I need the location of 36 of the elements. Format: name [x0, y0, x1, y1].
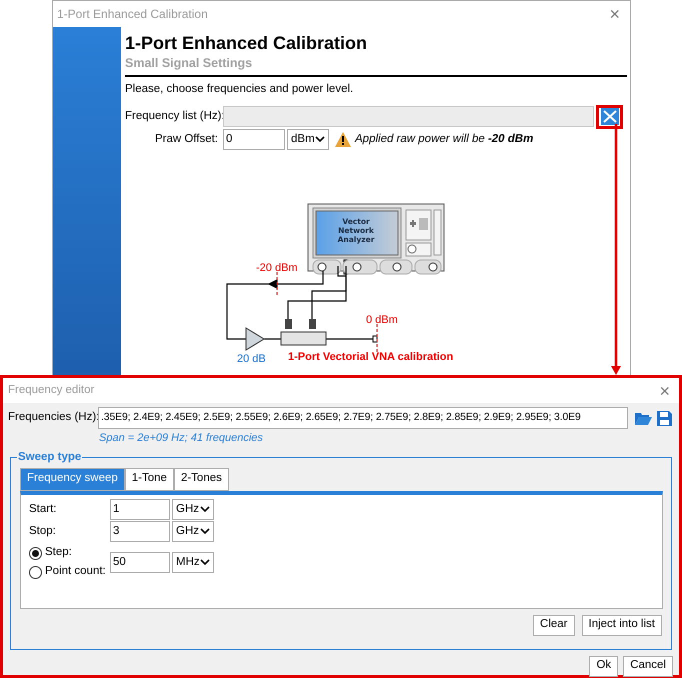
- span-note: Span = 2e+09 Hz; 41 frequencies: [99, 431, 264, 446]
- unit-dropdown[interactable]: dBm: [287, 129, 329, 150]
- tab[interactable]: 2-Tones: [174, 468, 229, 490]
- dialog-button[interactable]: Cancel: [623, 656, 673, 676]
- gain-label: 20 dB: [237, 353, 266, 365]
- instruction-text: Please, choose frequencies and power level.: [125, 82, 354, 97]
- value-field[interactable]: 3: [110, 521, 170, 542]
- dialog-subheading: Small Signal Settings: [125, 55, 254, 71]
- unit-dropdown[interactable]: GHz: [172, 521, 214, 542]
- dialog-button[interactable]: Inject into list: [582, 614, 662, 636]
- unit-dropdown[interactable]: MHz: [172, 552, 214, 573]
- window-title: 1-Port Enhanced Calibration: [57, 6, 208, 22]
- field-label: Stop:: [29, 524, 57, 539]
- frequencies-field[interactable]: .35E9; 2.4E9; 2.45E9; 2.5E9; 2.55E9; 2.6E9; 2.65E9; 2.7E9; 2.75E9; 2.8E9; 2.85E9; 2.9E9; 2.95E9; 3.0E9: [98, 407, 628, 429]
- unit-dropdown[interactable]: GHz: [172, 499, 214, 520]
- close-icon[interactable]: ×: [609, 4, 620, 22]
- tab[interactable]: 1-Tone: [124, 468, 174, 490]
- close-icon[interactable]: ×: [659, 382, 670, 400]
- tab[interactable]: Frequency sweep: [20, 468, 125, 490]
- diagram-caption: 1-Port Vectorial VNA calibration: [288, 351, 454, 363]
- offset-field[interactable]: 0: [223, 129, 285, 150]
- value-field[interactable]: 1: [110, 499, 170, 520]
- dialog-button[interactable]: Clear: [533, 614, 575, 636]
- field-label: Frequencies (Hz):: [8, 410, 98, 426]
- field-label: Frequency list (Hz):: [125, 109, 223, 124]
- dialog-heading: 1-Port Enhanced Calibration: [125, 32, 368, 55]
- warning-text: Applied raw power will be -20 dBm: [355, 132, 534, 148]
- field-label: Praw Offset:: [154, 132, 219, 148]
- value-field[interactable]: 50: [110, 552, 170, 573]
- dialog-button[interactable]: Ok: [589, 656, 618, 676]
- power-label: 0 dBm: [366, 314, 398, 326]
- radio-option[interactable]: Step:: [29, 544, 110, 562]
- window-title: Frequency editor: [8, 382, 94, 398]
- power-label: -20 dBm: [256, 262, 298, 274]
- radio-option[interactable]: Point count:: [29, 562, 110, 582]
- field-label: Start:: [29, 502, 58, 517]
